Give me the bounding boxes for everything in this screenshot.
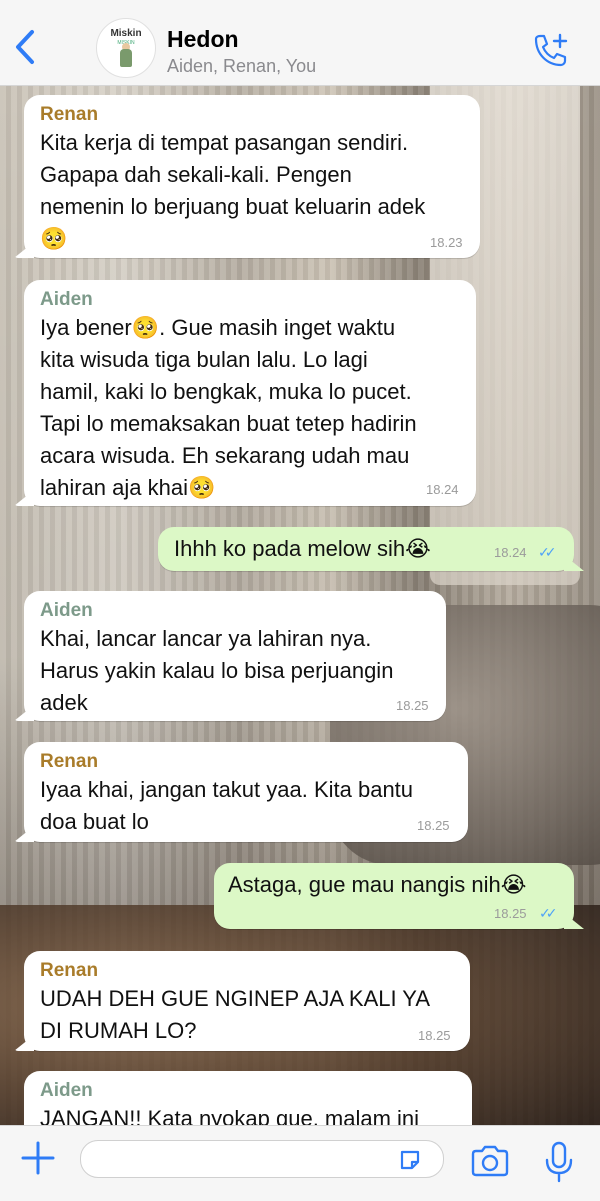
phone-plus-icon[interactable] (530, 33, 570, 69)
message-time: 18.25 (494, 906, 527, 921)
message-time: 18.23 (430, 235, 463, 250)
composer-bar (0, 1125, 600, 1201)
message-text: Iya bener🥺. Gue masih inget waktu kita w… (40, 315, 417, 500)
message-time: 18.25 (417, 818, 450, 833)
chat-header: Miskin MISKIN Hedon Aiden, Renan, You (0, 0, 600, 86)
message-text: Iyaa khai, jangan takut yaa. Kita bantu … (40, 777, 414, 834)
message-bubble[interactable]: Ihhh ko pada melow sih😭 18.24 ✓✓ (158, 527, 574, 571)
message-text: Kita kerja di tempat pasangan sendiri. G… (40, 130, 426, 251)
message-bubble[interactable]: Astaga, gue mau nangis nih😭 18.25 ✓✓ (214, 863, 574, 929)
read-receipt-icon: ✓✓ (539, 905, 558, 921)
message-sender: Renan (40, 751, 99, 772)
message-input[interactable] (80, 1140, 444, 1178)
message-time: 18.24 (426, 482, 459, 497)
message-sender: Renan (40, 960, 99, 981)
message-time: 18.25 (396, 698, 429, 713)
message-text: Khai, lancar lancar ya lahiran nya. Haru… (40, 626, 394, 715)
message-sender: Aiden (40, 1080, 93, 1101)
message-time: 18.25 (418, 1028, 451, 1043)
message-bubble[interactable]: Aiden Khai, lancar lancar ya lahiran nya… (24, 591, 446, 721)
message-text: UDAH DEH GUE NGINEP AJA KALI YA DI RUMAH… (40, 986, 431, 1043)
message-sender: Aiden (40, 600, 93, 621)
camera-icon[interactable] (470, 1144, 510, 1180)
sticker-icon[interactable] (398, 1148, 420, 1170)
group-avatar[interactable]: Miskin MISKIN (96, 18, 156, 78)
message-bubble[interactable]: Aiden Iya bener🥺. Gue masih inget waktu … (24, 280, 476, 506)
message-time: 18.24 (494, 545, 527, 560)
message-bubble[interactable]: Renan Iyaa khai, jangan takut yaa. Kita … (24, 742, 468, 842)
chat-title[interactable]: Hedon (167, 26, 239, 53)
message-text: Ihhh ko pada melow sih😭 (174, 536, 431, 561)
chevron-left-icon[interactable] (12, 28, 42, 68)
read-receipt-icon: ✓✓ (538, 544, 557, 560)
microphone-icon[interactable] (543, 1140, 575, 1184)
message-bubble[interactable]: Renan UDAH DEH GUE NGINEP AJA KALI YA DI… (24, 951, 470, 1051)
plus-icon[interactable] (20, 1140, 56, 1182)
chat-participants[interactable]: Aiden, Renan, You (167, 56, 316, 77)
message-bubble[interactable]: Renan Kita kerja di tempat pasangan send… (24, 95, 480, 258)
avatar-text: Miskin (110, 28, 142, 39)
message-text: Astaga, gue mau nangis nih😭 (228, 872, 527, 897)
message-sender: Aiden (40, 289, 93, 310)
message-sender: Renan (40, 104, 99, 125)
